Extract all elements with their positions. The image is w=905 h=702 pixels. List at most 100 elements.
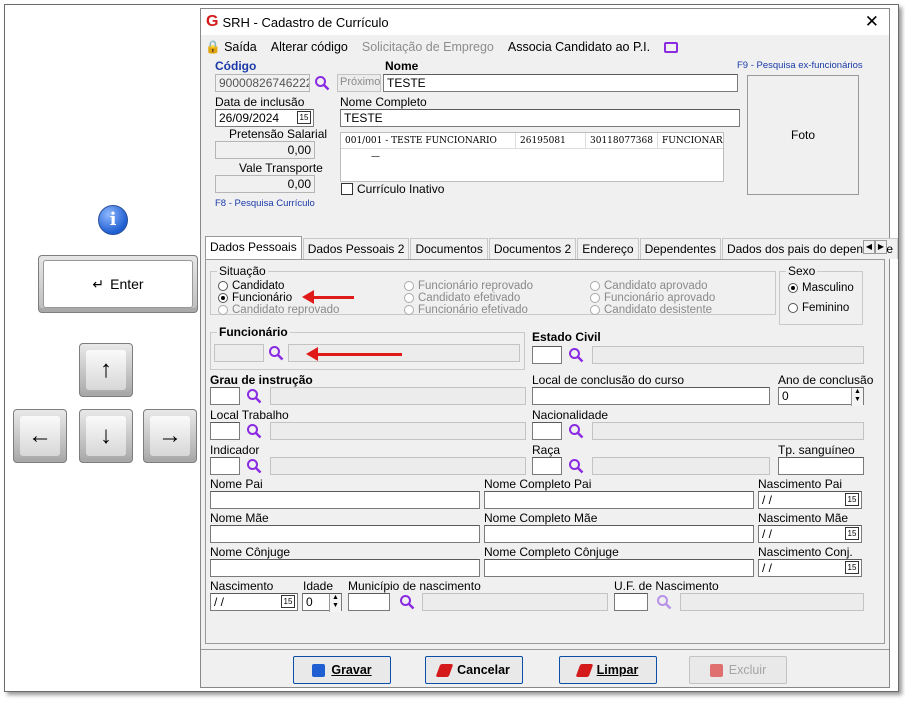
uf-name-field (680, 593, 864, 611)
radio-label: Candidato (232, 280, 285, 292)
nome-completo-mae-label: Nome Completo Mãe (484, 511, 598, 525)
gravar-button[interactable]: Gravar (293, 656, 391, 684)
nome-mae-label: Nome Mãe (210, 511, 269, 525)
arrow-left-key: ← (13, 409, 67, 463)
menu-alterar-codigo[interactable]: Alterar código (271, 40, 348, 54)
nacionalidade-code-field[interactable] (532, 422, 562, 440)
idade-value: 0 (306, 595, 313, 609)
cancelar-button[interactable]: Cancelar (425, 656, 523, 684)
grau-instrucao-label: Grau de instrução (210, 373, 313, 387)
municipio-search-icon[interactable] (399, 594, 415, 610)
funcionario-search-icon[interactable] (268, 345, 284, 361)
raca-label: Raça (532, 443, 561, 457)
excluir-button: Excluir (689, 656, 787, 684)
nome-mae-field[interactable] (210, 525, 480, 543)
uf-code-field[interactable] (614, 593, 648, 611)
tab-documentos[interactable]: Documentos (410, 238, 488, 259)
municipio-code-field[interactable] (348, 593, 390, 611)
limpar-button[interactable]: Limpar (559, 656, 657, 684)
curriculo-inativo-checkbox[interactable] (341, 183, 353, 195)
tab-scroll-left-icon[interactable]: ◀ (863, 240, 875, 254)
close-button[interactable]: ✕ (865, 12, 879, 32)
arrow-down-icon: ↓ (86, 416, 126, 456)
menu-solicitacao-emprego: Solicitação de Emprego (361, 40, 494, 54)
municipio-name-field (422, 593, 608, 611)
situacao-title: Situação (217, 264, 268, 278)
button-bar: Gravar Cancelar Limpar Excluir (201, 649, 889, 687)
nome-completo-field[interactable]: TESTE (340, 109, 740, 127)
grau-code-field[interactable] (210, 387, 240, 405)
nascimento-conj-calendar-icon[interactable]: 15 (845, 561, 859, 574)
idade-spinner-icon[interactable]: ▲ ▼ (329, 594, 341, 612)
monitor-icon[interactable] (664, 41, 679, 53)
vale-transporte-field[interactable]: 0,00 (215, 175, 315, 193)
nacionalidade-name-field (592, 422, 864, 440)
nascimento-calendar-icon[interactable]: 15 (281, 595, 295, 608)
nome-completo-pai-field[interactable] (484, 491, 754, 509)
nacionalidade-search-icon[interactable] (568, 423, 584, 439)
tab-documentos-2[interactable]: Documentos 2 (488, 238, 577, 259)
foto-box[interactable]: Foto (747, 75, 859, 195)
tab-endereco[interactable]: Endereço (577, 238, 639, 259)
grid-cell: — (371, 152, 380, 162)
tab-dados-pessoais[interactable]: Dados Pessoais (205, 236, 302, 259)
estado-civil-search-icon[interactable] (568, 347, 584, 363)
codigo-field[interactable]: 90000826746222 (215, 74, 310, 92)
tp-sanguineo-field[interactable] (778, 457, 864, 475)
codigo-search-icon[interactable] (314, 75, 330, 91)
estado-civil-code-field[interactable] (532, 346, 562, 364)
vale-transporte-label: Vale Transporte (239, 161, 323, 175)
radio-funcionario[interactable]: Funcionário (218, 292, 292, 304)
local-trabalho-code-field[interactable] (210, 422, 240, 440)
cancelar-label: Cancelar (457, 663, 510, 677)
gravar-label: Gravar (331, 663, 372, 677)
enter-arrow-icon: ↵ (92, 275, 105, 292)
foto-label: Foto (790, 128, 815, 142)
radio-funcionario-aprovado: Funcionário aprovado (590, 292, 715, 304)
raca-search-icon[interactable] (568, 458, 584, 474)
indicador-search-icon[interactable] (246, 458, 262, 474)
data-inclusao-calendar-icon[interactable]: 15 (297, 111, 311, 124)
indicador-code-field[interactable] (210, 457, 240, 475)
radio-candidato-reprovado: Candidato reprovado (218, 304, 339, 316)
local-conclusao-field[interactable] (532, 387, 770, 405)
nome-field[interactable]: TESTE (383, 74, 738, 92)
radio-candidato[interactable]: Candidato (218, 280, 284, 292)
funcionario-label: Funcionário (217, 325, 290, 339)
menu-saida[interactable]: 🔒 Saída (205, 40, 257, 55)
tab-scroll-right-icon[interactable]: ▶ (875, 240, 887, 254)
radio-feminino[interactable]: Feminino (788, 302, 849, 314)
estado-civil-name-field (592, 346, 864, 364)
local-trabalho-label: Local Trabalho (210, 408, 289, 422)
table-row[interactable]: 001/001 - TESTE FUNCIONARIO 26195081 301… (341, 133, 723, 149)
ano-conclusao-spinner-icon[interactable]: ▲ ▼ (851, 388, 863, 406)
funcionario-grid[interactable]: 001/001 - TESTE FUNCIONARIO 26195081 301… (340, 132, 724, 182)
tab-dados-pessoais-2[interactable]: Dados Pessoais 2 (302, 238, 410, 259)
nome-completo-conjuge-field[interactable] (484, 559, 754, 577)
tab-scroll: ◀ ▶ (863, 240, 887, 254)
arrow-up-icon: ↑ (86, 350, 126, 390)
raca-code-field[interactable] (532, 457, 562, 475)
funcionario-code-field[interactable] (214, 344, 264, 362)
nome-pai-field[interactable] (210, 491, 480, 509)
nome-completo-mae-field[interactable] (484, 525, 754, 543)
uf-nascimento-label: U.F. de Nascimento (614, 579, 719, 593)
nascimento-mae-calendar-icon[interactable]: 15 (845, 527, 859, 540)
eraser-icon (435, 663, 454, 677)
table-row[interactable]: — (341, 149, 723, 165)
nome-conjuge-field[interactable] (210, 559, 480, 577)
nascimento-pai-calendar-icon[interactable]: 15 (845, 493, 859, 506)
tab-dependentes[interactable]: Dependentes (639, 238, 721, 259)
grau-name-field (270, 387, 526, 405)
estado-civil-label: Estado Civil (532, 330, 601, 344)
nome-completo-label: Nome Completo (340, 95, 427, 109)
grau-search-icon[interactable] (246, 388, 262, 404)
curriculo-inativo-label: Currículo Inativo (357, 182, 445, 196)
radio-label: Feminino (802, 302, 850, 314)
uf-search-icon[interactable] (656, 594, 672, 610)
pretensao-field[interactable]: 0,00 (215, 141, 315, 159)
local-trabalho-search-icon[interactable] (246, 423, 262, 439)
indicador-name-field (270, 457, 526, 475)
menu-associa-candidato[interactable]: Associa Candidato ao P.I. (508, 40, 650, 54)
radio-masculino[interactable]: Masculino (788, 282, 854, 294)
